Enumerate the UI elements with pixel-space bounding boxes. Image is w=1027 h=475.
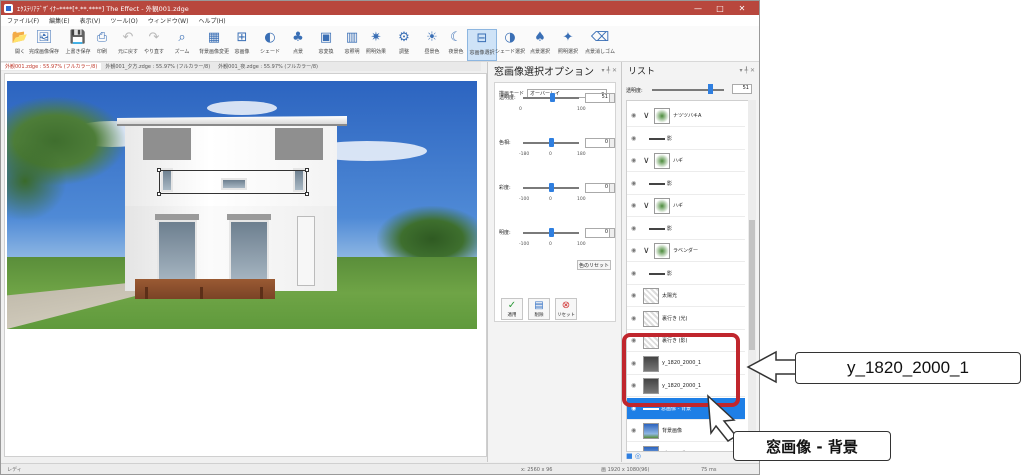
cursor-arrow-icon (707, 394, 738, 442)
callout-selected-layer: 窓画像 - 背景 (733, 431, 891, 461)
annotation-arrows (707, 350, 797, 442)
callout-layer-name: y_1820_2000_1 (795, 352, 1021, 384)
left-arrow-icon (746, 350, 797, 384)
